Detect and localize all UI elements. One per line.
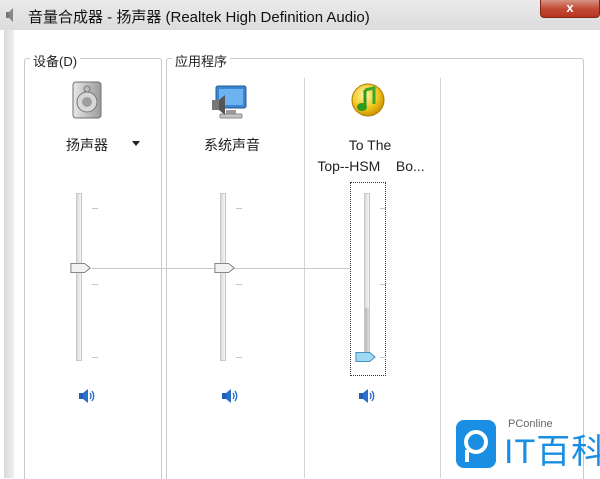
system-sounds-label[interactable]: 系统声音 [196, 135, 268, 155]
slider-tick [380, 357, 386, 358]
slider-tick [92, 208, 98, 209]
music-app-label-line1[interactable]: To The [320, 137, 420, 153]
music-app-label-line2[interactable]: Top--HSM Bo... [306, 158, 436, 174]
slider-tick [92, 284, 98, 285]
column-divider [304, 78, 305, 478]
volume-icon[interactable] [222, 389, 240, 403]
music-app-volume-track[interactable] [364, 193, 370, 361]
window-title: 音量合成器 - 扬声器 (Realtek High Definition Aud… [28, 9, 370, 26]
speaker-volume-slider[interactable] [70, 262, 92, 274]
slider-tick [236, 284, 242, 285]
slider-tick [236, 208, 242, 209]
speaker-device-icon[interactable] [70, 80, 104, 120]
system-sounds-volume-slider[interactable] [214, 262, 236, 274]
slider-tick [92, 357, 98, 358]
close-button[interactable]: x [540, 0, 600, 18]
slider-tick [380, 208, 386, 209]
speaker-icon [6, 8, 13, 22]
volume-icon[interactable] [79, 389, 97, 403]
watermark: PConline IT百科 [440, 412, 600, 478]
watermark-small-text: PConline [508, 418, 553, 430]
window-border [4, 30, 14, 478]
music-app-volume-slider[interactable] [355, 351, 377, 363]
close-icon: x [566, 0, 574, 15]
title-bar: 音量合成器 - 扬声器 (Realtek High Definition Aud… [0, 0, 600, 30]
speaker-volume-track[interactable] [76, 193, 82, 361]
pconline-logo [456, 420, 496, 468]
slider-tick [380, 284, 386, 285]
watermark-big-text: IT百科 [504, 433, 600, 471]
applications-group-label: 应用程序 [172, 51, 231, 70]
volume-icon[interactable] [359, 389, 377, 403]
system-sounds-volume-track[interactable] [220, 193, 226, 361]
system-sounds-icon[interactable] [212, 84, 252, 122]
slider-tick [236, 357, 242, 358]
music-note-icon[interactable] [350, 82, 386, 118]
device-group-label: 设备(D) [30, 51, 81, 70]
speaker-device-label[interactable]: 扬声器 [62, 135, 112, 155]
chevron-down-icon[interactable] [132, 141, 140, 146]
